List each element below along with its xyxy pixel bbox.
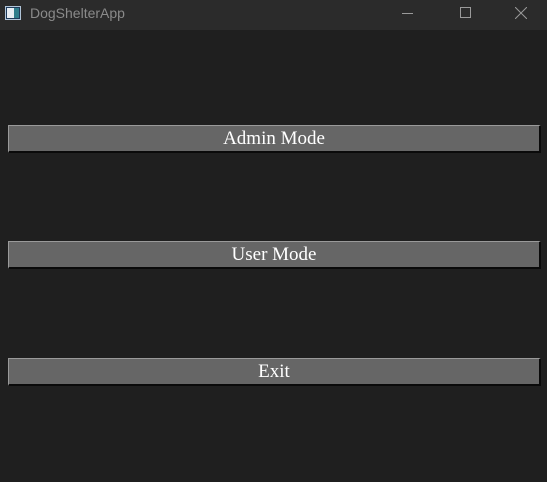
- minimize-icon: [402, 6, 414, 24]
- minimize-button[interactable]: [379, 0, 437, 30]
- main-panel: Admin Mode User Mode Exit: [0, 30, 547, 482]
- exit-button[interactable]: Exit: [8, 358, 541, 386]
- user-mode-button[interactable]: User Mode: [8, 241, 541, 269]
- admin-mode-button[interactable]: Admin Mode: [8, 125, 541, 153]
- title-bar[interactable]: DogShelterApp: [0, 0, 547, 30]
- window-title: DogShelterApp: [30, 5, 125, 21]
- close-button[interactable]: [495, 0, 547, 30]
- maximize-icon: [460, 6, 472, 24]
- close-icon: [514, 6, 528, 24]
- maximize-button[interactable]: [437, 0, 495, 30]
- app-window-icon: [5, 6, 21, 20]
- app-window: DogShelterApp Admin Mode User Mode Exit: [0, 0, 547, 482]
